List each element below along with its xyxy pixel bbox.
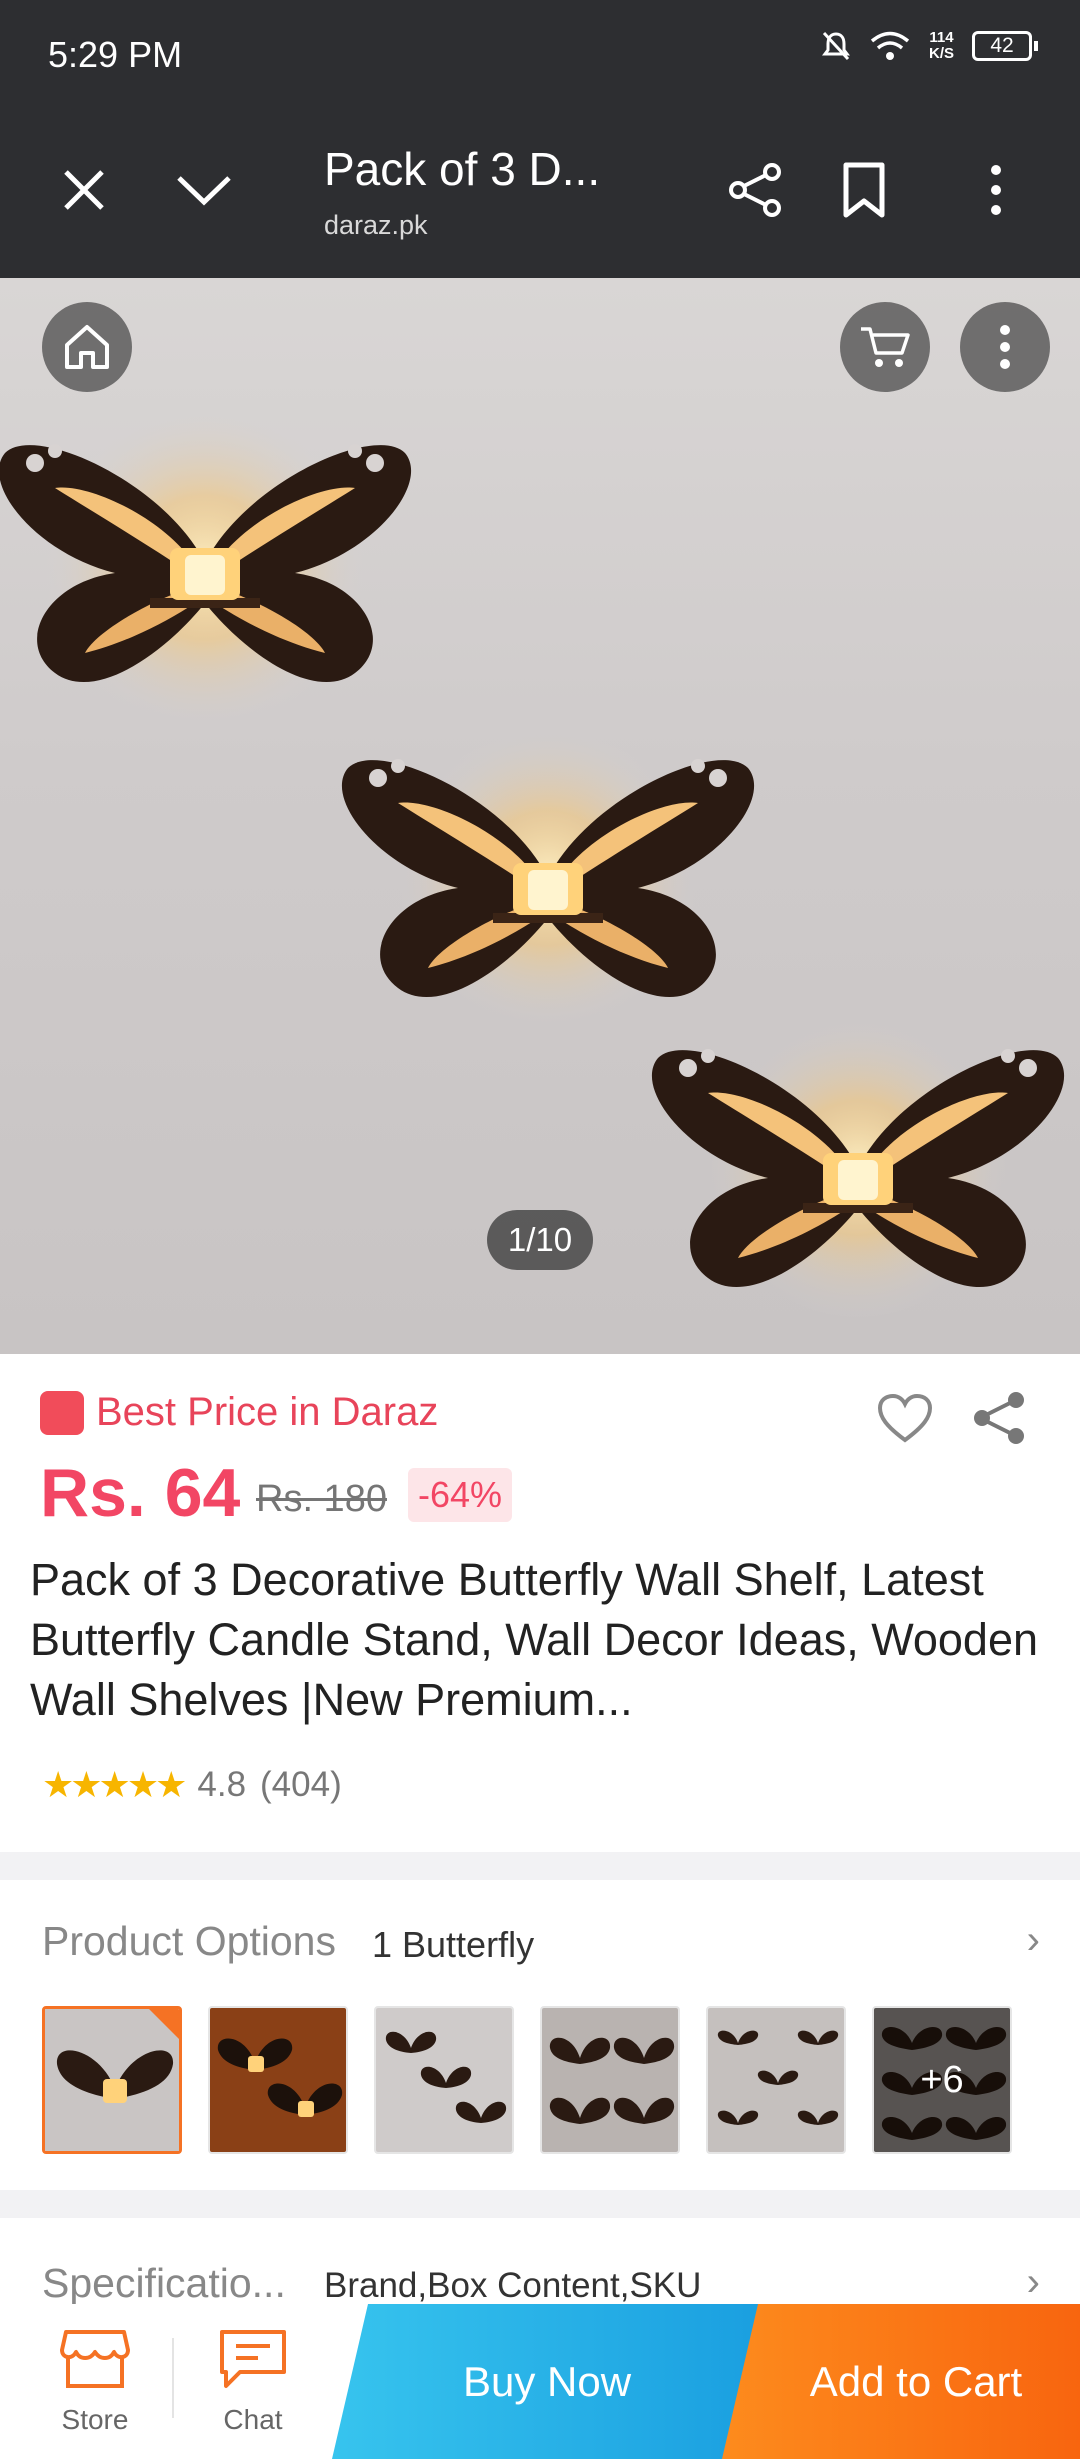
divider [172, 2338, 174, 2418]
current-price: Rs. 64 [40, 1455, 241, 1531]
chevron-down-icon [177, 176, 231, 206]
browser-header: 5:29 PM 114 K/S 42 Pack of 3 D... daraz.… [0, 0, 1080, 278]
product-options[interactable]: Product Options 1 Butterfly › +6 [0, 1880, 1080, 2190]
product-title: Pack of 3 Decorative Butterfly Wall Shel… [30, 1554, 1039, 1725]
review-count: (404) [260, 1765, 342, 1804]
battery-indicator: 42 [972, 31, 1038, 61]
minimize-button[interactable] [164, 150, 244, 230]
more-options-button[interactable] [956, 150, 1036, 230]
more-vertical-icon [1000, 325, 1010, 369]
store-button[interactable]: Store [40, 2328, 150, 2436]
best-price-text: Best Price in Daraz [96, 1390, 439, 1434]
store-label: Store [61, 2404, 129, 2435]
thumb-image [45, 2009, 179, 2151]
page-title: Pack of 3 D... [324, 143, 601, 195]
home-icon [65, 325, 109, 369]
bottom-action-bar: Store Chat Buy Now Add to Cart [0, 2304, 1080, 2459]
product-info: Best Price in Daraz Rs. 64 Rs. 180 -64% … [0, 1354, 1080, 1852]
share-icon[interactable] [970, 1388, 1030, 1448]
chevron-right-icon: › [1026, 2260, 1040, 2304]
speed-unit: K/S [928, 45, 954, 62]
gallery-more-button[interactable] [960, 302, 1050, 392]
rating-stars-icon: ★★★★★ [42, 1764, 187, 1805]
more-options-count: +6 [874, 2008, 1010, 2152]
chat-button[interactable]: Chat [198, 2328, 308, 2436]
thumb-image [376, 2008, 512, 2152]
page-domain: daraz.pk [324, 210, 428, 240]
options-label: Product Options [42, 1918, 336, 1964]
thumb-image [708, 2008, 844, 2152]
more-vertical-icon [991, 165, 1001, 215]
bookmark-button[interactable] [824, 150, 904, 230]
original-price: Rs. 180 [256, 1478, 387, 1520]
option-thumb-2[interactable] [208, 2006, 348, 2154]
option-thumb-4[interactable] [540, 2006, 680, 2154]
options-selected-value: 1 Butterfly [372, 1924, 535, 1965]
product-photo [0, 408, 1065, 1318]
cart-icon [861, 327, 910, 367]
close-icon [64, 170, 104, 210]
option-thumbnails: +6 [42, 2006, 1012, 2154]
share-icon [729, 163, 781, 217]
store-icon [60, 2330, 130, 2388]
best-price-icon [40, 1390, 84, 1435]
status-time: 5:29 PM [48, 34, 183, 75]
home-button[interactable] [42, 302, 132, 392]
buy-now-button[interactable]: Buy Now [332, 2304, 762, 2459]
discount-badge: -64% [408, 1468, 513, 1522]
rating-value: 4.8 [197, 1765, 247, 1804]
status-icons: 114 K/S 42 [821, 30, 1038, 62]
chat-label: Chat [223, 2404, 283, 2435]
specifications-summary: Brand,Box Content,SKU [324, 2266, 702, 2305]
specifications-label: Specificatio... [42, 2260, 286, 2306]
share-button[interactable] [716, 150, 796, 230]
option-thumb-5[interactable] [706, 2006, 846, 2154]
add-to-cart-button[interactable]: Add to Cart [722, 2304, 1080, 2459]
rating-summary[interactable]: ★★★★★ 4.8 (404) [42, 1764, 342, 1806]
option-thumb-more[interactable]: +6 [872, 2006, 1012, 2154]
wifi-icon [870, 31, 910, 60]
cart-button[interactable] [840, 302, 930, 392]
wishlist-heart-icon[interactable] [876, 1392, 934, 1446]
thumb-image [210, 2008, 346, 2152]
network-speed: 114 K/S [929, 30, 954, 62]
mute-bell-icon [821, 31, 850, 61]
image-counter: 1/10 [487, 1210, 593, 1270]
chat-icon [220, 2330, 286, 2388]
chevron-right-icon: › [1026, 1918, 1040, 1962]
product-image-gallery[interactable]: 1/10 [0, 278, 1080, 1354]
option-thumb-1[interactable] [42, 2006, 182, 2154]
thumb-image [542, 2008, 678, 2152]
option-thumb-3[interactable] [374, 2006, 514, 2154]
bookmark-icon [843, 162, 885, 218]
close-button[interactable] [44, 150, 124, 230]
speed-value: 114 [929, 29, 954, 46]
best-price-badge: Best Price in Daraz [40, 1390, 438, 1435]
